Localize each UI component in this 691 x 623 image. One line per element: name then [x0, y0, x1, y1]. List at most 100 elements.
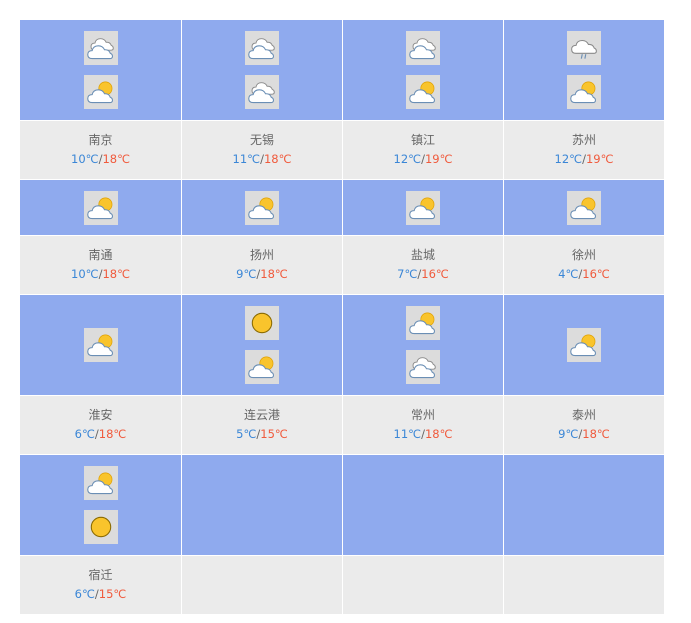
text-row: 淮安 6℃/18℃ 连云港 5℃/15℃ 常州 11℃/18℃ 泰州 9℃/18… [20, 396, 664, 454]
high-temp: 18℃ [424, 427, 453, 441]
cloudy-icon [406, 350, 440, 384]
city-cell[interactable]: 宿迁 6℃/15℃ [20, 556, 182, 614]
city-cell[interactable]: 连云港 5℃/15℃ [182, 396, 343, 454]
text-row: 南京 10℃/18℃ 无锡 11℃/18℃ 镇江 12℃/19℃ 苏州 12℃/… [20, 121, 664, 179]
temperature-range: 9℃/18℃ [236, 266, 288, 283]
city-name: 连云港 [243, 408, 280, 422]
partly-cloudy-icon [567, 328, 601, 362]
high-temp: 18℃ [260, 267, 288, 281]
cloudy-icon [406, 31, 440, 65]
temperature-range: 6℃/18℃ [75, 426, 127, 443]
temperature-range: 6℃/15℃ [75, 586, 127, 603]
low-temp: 10℃ [71, 267, 99, 281]
temperature-range: 12℃/19℃ [555, 151, 614, 168]
temperature-range: 7℃/16℃ [397, 266, 449, 283]
temperature-range: 4℃/16℃ [558, 266, 610, 283]
city-name: 宿迁 [88, 568, 113, 582]
partly-cloudy-icon [83, 75, 118, 109]
weather-cell [343, 180, 504, 235]
icon-row [20, 455, 664, 555]
low-temp: 7℃ [397, 267, 418, 281]
city-cell[interactable]: 南京 10℃/18℃ [20, 121, 182, 179]
city-name: 徐州 [571, 248, 596, 262]
temperature-range: 10℃/18℃ [71, 266, 130, 283]
partly-cloudy-icon [567, 190, 601, 225]
weather-cell [20, 455, 182, 555]
temperature-range: 10℃/18℃ [71, 151, 130, 168]
high-temp: 19℃ [585, 152, 614, 166]
low-temp: 12℃ [554, 152, 583, 166]
sunny-icon [83, 510, 118, 544]
city-name: 镇江 [410, 133, 435, 147]
low-temp: 9℃ [558, 427, 579, 441]
empty-cell [182, 556, 343, 614]
city-cell[interactable]: 苏州 12℃/19℃ [504, 121, 664, 179]
text-row: 南通 10℃/18℃ 扬州 9℃/18℃ 盐城 7℃/16℃ 徐州 4℃/16℃ [20, 236, 664, 294]
weather-cell [182, 20, 343, 120]
city-cell[interactable]: 南通 10℃/18℃ [20, 236, 182, 294]
city-cell[interactable]: 盐城 7℃/16℃ [343, 236, 504, 294]
low-temp: 9℃ [236, 267, 257, 281]
weather-cell [20, 180, 182, 235]
partly-cloudy-icon [406, 190, 440, 225]
partly-cloudy-icon [406, 75, 440, 109]
partly-cloudy-icon [567, 75, 601, 109]
low-temp: 5℃ [236, 427, 257, 441]
text-row: 宿迁 6℃/15℃ [20, 556, 664, 614]
cloudy-icon [245, 75, 279, 109]
empty-cell [343, 556, 504, 614]
weather-grid: 南京 10℃/18℃ 无锡 11℃/18℃ 镇江 12℃/19℃ 苏州 12℃/… [20, 20, 664, 614]
city-cell[interactable]: 扬州 9℃/18℃ [182, 236, 343, 294]
partly-cloudy-icon [83, 466, 118, 500]
empty-cell [182, 455, 343, 555]
drizzle-icon [567, 31, 601, 65]
temperature-range: 11℃/18℃ [233, 151, 292, 168]
empty-cell [504, 556, 664, 614]
weather-cell [20, 295, 182, 395]
low-temp: 11℃ [232, 152, 261, 166]
low-temp: 4℃ [558, 267, 579, 281]
city-cell[interactable]: 徐州 4℃/16℃ [504, 236, 664, 294]
city-cell[interactable]: 镇江 12℃/19℃ [343, 121, 504, 179]
sunny-icon [245, 306, 279, 340]
city-name: 盐城 [410, 248, 435, 262]
high-temp: 18℃ [102, 267, 130, 281]
city-name: 泰州 [571, 408, 596, 422]
city-name: 淮安 [88, 408, 113, 422]
low-temp: 12℃ [393, 152, 422, 166]
city-name: 无锡 [249, 133, 274, 147]
city-name: 南京 [88, 133, 113, 147]
partly-cloudy-icon [406, 306, 440, 340]
empty-cell [504, 455, 664, 555]
cloudy-icon [83, 31, 118, 65]
partly-cloudy-icon [245, 190, 279, 225]
city-cell[interactable]: 无锡 11℃/18℃ [182, 121, 343, 179]
high-temp: 18℃ [102, 152, 130, 166]
city-cell[interactable]: 常州 11℃/18℃ [343, 396, 504, 454]
low-temp: 10℃ [71, 152, 99, 166]
low-temp: 11℃ [393, 427, 422, 441]
weather-cell [20, 20, 182, 120]
empty-cell [343, 455, 504, 555]
partly-cloudy-icon [83, 190, 118, 225]
city-name: 扬州 [249, 248, 274, 262]
city-name: 南通 [88, 248, 113, 262]
temperature-range: 9℃/18℃ [558, 426, 610, 443]
high-temp: 18℃ [263, 152, 292, 166]
temperature-range: 11℃/18℃ [394, 426, 453, 443]
temperature-range: 5℃/15℃ [236, 426, 288, 443]
city-cell[interactable]: 泰州 9℃/18℃ [504, 396, 664, 454]
weather-cell [504, 295, 664, 395]
cloudy-icon [245, 31, 279, 65]
high-temp: 15℃ [260, 427, 288, 441]
high-temp: 16℃ [421, 267, 449, 281]
city-name: 常州 [410, 408, 435, 422]
low-temp: 6℃ [74, 587, 95, 601]
city-cell[interactable]: 淮安 6℃/18℃ [20, 396, 182, 454]
high-temp: 19℃ [424, 152, 453, 166]
high-temp: 15℃ [98, 587, 127, 601]
weather-cell [504, 20, 664, 120]
partly-cloudy-icon [83, 328, 118, 362]
high-temp: 16℃ [582, 267, 610, 281]
icon-row [20, 180, 664, 235]
